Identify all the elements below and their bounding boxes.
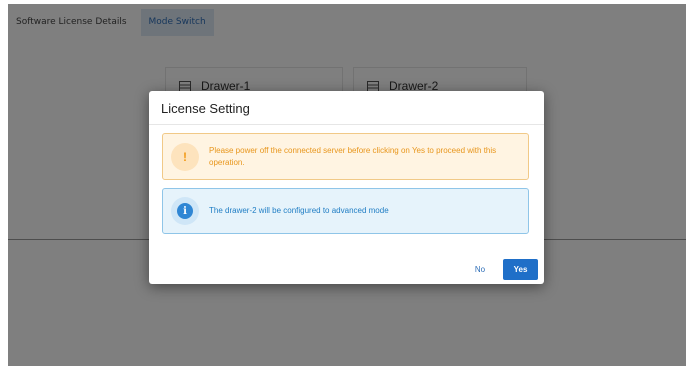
info-message: The drawer-2 will be configured to advan…: [209, 206, 389, 215]
info-icon-glyph: i: [177, 203, 193, 219]
dialog-divider: [149, 124, 544, 125]
yes-button[interactable]: Yes: [503, 259, 538, 280]
warning-alert: ! Please power off the connected server …: [162, 133, 529, 180]
info-icon: i: [171, 197, 199, 225]
no-button[interactable]: No: [467, 259, 493, 280]
warning-icon: !: [171, 142, 199, 171]
license-setting-dialog: License Setting ! Please power off the c…: [149, 91, 544, 284]
info-alert: i The drawer-2 will be configured to adv…: [162, 188, 529, 234]
dialog-title: License Setting: [161, 101, 250, 116]
warning-message: Please power off the connected server be…: [209, 145, 497, 167]
